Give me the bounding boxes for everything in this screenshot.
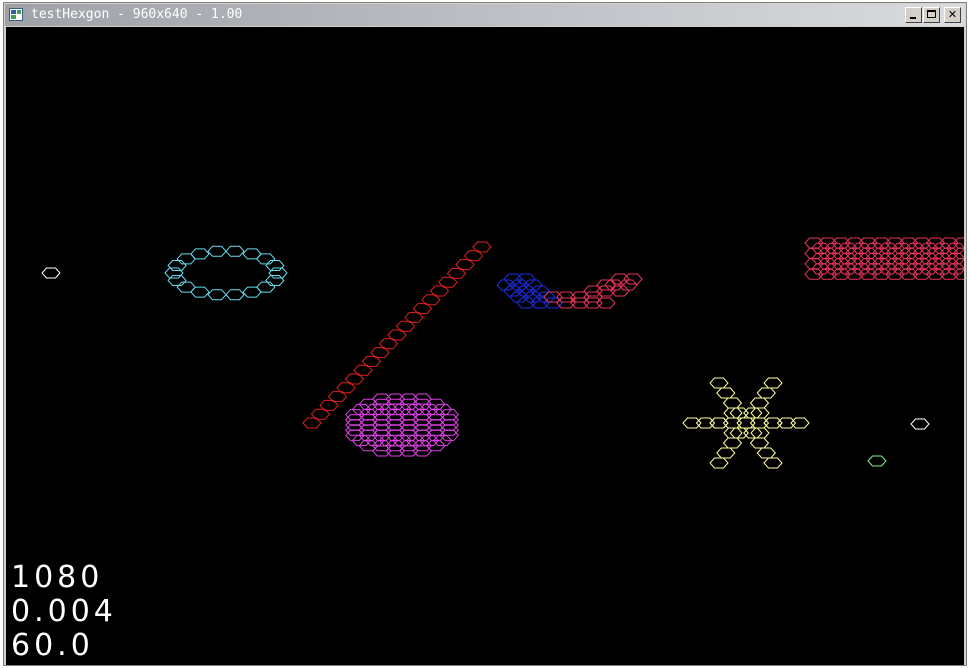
hexagon xyxy=(167,275,187,286)
stat-fps: 60.0 xyxy=(11,628,94,663)
hexagon xyxy=(749,397,770,409)
hexagon xyxy=(743,407,763,419)
hexagon xyxy=(604,279,624,291)
hexagon xyxy=(164,267,184,279)
hexagon xyxy=(790,417,810,429)
hexagon xyxy=(256,253,276,265)
hexagon xyxy=(242,286,262,298)
hexagon xyxy=(176,281,196,293)
hexagon xyxy=(709,417,729,429)
hexagon xyxy=(763,377,783,389)
maximize-icon xyxy=(927,10,936,18)
hexagon xyxy=(623,273,643,285)
hexagon xyxy=(867,455,887,467)
maximize-button[interactable] xyxy=(923,7,940,23)
hexagon xyxy=(756,387,776,399)
hexagon xyxy=(736,417,756,429)
render-canvas[interactable]: 1080 0.004 60.0 xyxy=(6,27,964,665)
hexagon xyxy=(167,260,187,271)
hexagon xyxy=(41,267,61,279)
hexagon xyxy=(543,291,563,303)
hexagon xyxy=(570,297,590,309)
title-bar[interactable]: testHexgon - 960x640 - 1.00 ✕ xyxy=(5,4,965,26)
hexagon xyxy=(722,437,743,449)
hexagon xyxy=(583,285,603,297)
app-window-icon[interactable] xyxy=(9,8,23,21)
hexagon-canvas xyxy=(41,237,964,469)
close-icon: ✕ xyxy=(947,8,958,21)
hexagon xyxy=(709,377,729,389)
hexagon xyxy=(695,417,716,429)
hexagon xyxy=(225,289,245,301)
stats-overlay: 1080 0.004 60.0 xyxy=(11,561,117,663)
hexagon xyxy=(750,427,770,439)
hexagon xyxy=(722,397,743,409)
hexagon xyxy=(610,273,630,285)
hexagon xyxy=(709,457,729,469)
hexagon xyxy=(763,417,783,429)
hexagon xyxy=(716,447,736,459)
hexagon xyxy=(716,387,736,399)
hexagon xyxy=(722,417,743,429)
close-button[interactable]: ✕ xyxy=(944,7,961,23)
hexagon xyxy=(268,267,288,279)
hexagon xyxy=(776,417,797,429)
hexagon xyxy=(749,437,770,449)
hexagon xyxy=(750,407,770,419)
window-title: testHexgon - 960x640 - 1.00 xyxy=(31,7,243,22)
hexagon xyxy=(207,245,227,257)
minimize-button[interactable] xyxy=(905,7,922,23)
hexagon xyxy=(596,297,616,309)
hexagon xyxy=(910,418,930,430)
hexagon xyxy=(618,279,638,291)
hexagon xyxy=(756,447,776,459)
hexagon xyxy=(472,241,492,253)
hexagon xyxy=(265,260,285,271)
hexagon xyxy=(682,417,702,429)
hexagon xyxy=(610,285,630,297)
hexagon xyxy=(743,427,763,439)
app-window: testHexgon - 960x640 - 1.00 ✕ 1080 0.004… xyxy=(3,2,967,666)
stat-count: 1080 xyxy=(11,560,104,595)
hexagon xyxy=(225,245,245,257)
stat-delta: 0.004 xyxy=(11,594,117,629)
hexagon xyxy=(583,297,603,309)
hexagon xyxy=(749,417,770,429)
hexagon xyxy=(763,457,783,469)
hexagon xyxy=(207,289,227,301)
hexagon xyxy=(265,275,285,286)
minimize-icon xyxy=(910,17,916,19)
hexagon xyxy=(190,248,210,260)
